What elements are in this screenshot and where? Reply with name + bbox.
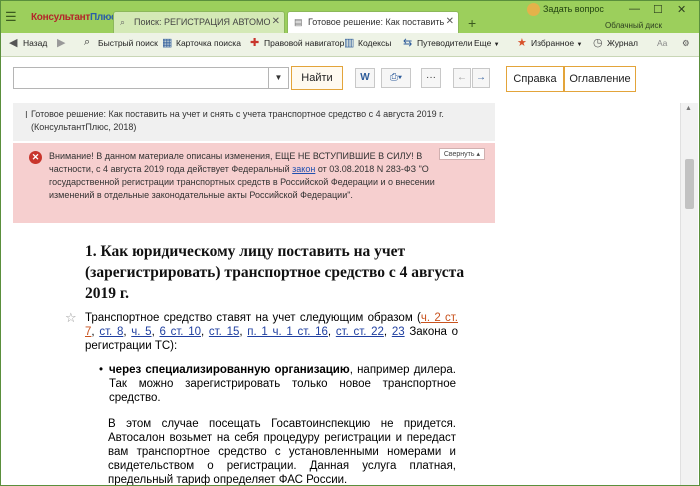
tab-document[interactable]: ▤ Готовое решение: Как поставить на учет… (287, 11, 459, 33)
main-toolbar: ◀ Назад ▶ ⌕ Быстрый поиск ▦ Карточка пои… (1, 33, 699, 57)
law-reference-link[interactable]: ст. 8 (99, 326, 123, 338)
book-icon: ▥ (344, 37, 355, 49)
print-icon[interactable]: ⎙▾ (381, 68, 411, 88)
tab-label: Поиск: РЕГИСТРАЦИЯ АВТОМОБИЛЯ 20 (134, 17, 270, 27)
journal-button[interactable]: ◷ Журнал (593, 37, 638, 49)
law-reference-link[interactable]: п. 1 ч. 1 ст. 16 (247, 326, 328, 338)
navigator-icon: ✚ (250, 37, 260, 49)
codes-button[interactable]: ▥ Кодексы (344, 37, 391, 49)
more-button[interactable]: Еще ▼ (474, 38, 500, 48)
close-window-icon[interactable]: ✕ (677, 3, 686, 16)
guide-icon: ⇆ (403, 37, 413, 49)
scroll-thumb[interactable] (685, 159, 694, 209)
settings-icon[interactable]: ⚙ (682, 38, 690, 49)
guides-button[interactable]: ⇆ Путеводители (403, 37, 473, 49)
list-item: • через специализированную организацию, … (99, 364, 456, 404)
new-tab-button[interactable]: + (468, 15, 476, 31)
error-icon: ✕ (29, 151, 42, 164)
law-link[interactable]: закон (292, 164, 315, 174)
paragraph-dealer: В этом случае посещать Госавтоинспекцию … (108, 418, 456, 486)
tab-bar: ☰ КонсультантПлюс ⌕ Поиск: РЕГИСТРАЦИЯ А… (1, 1, 699, 33)
star-icon[interactable]: ☆ (65, 311, 77, 326)
law-reference-link[interactable]: ст. 15 (209, 326, 239, 338)
document-title-bar: I Готовое решение: Как поставить на учет… (13, 103, 495, 141)
favorites-button[interactable]: ★ Избранное ▼ (517, 37, 583, 49)
warning-banner: ✕ Внимание! В данном материале описаны и… (13, 143, 495, 223)
find-button[interactable]: Найти (291, 66, 343, 90)
quick-search-button[interactable]: ⌕ Быстрый поиск (84, 36, 158, 48)
tab-search[interactable]: ⌕ Поиск: РЕГИСТРАЦИЯ АВТОМОБИЛЯ 20 ✕ (113, 11, 285, 33)
next-arrow-icon[interactable]: → (472, 68, 490, 88)
chevron-down-icon: ▼ (576, 42, 583, 48)
section-heading: 1. Как юридическому лицу поставить на уч… (85, 243, 465, 302)
minimize-icon[interactable]: — (629, 3, 640, 15)
avatar-icon (527, 3, 540, 16)
law-reference-link[interactable]: 6 ст. 10 (159, 326, 201, 338)
chevron-down-icon[interactable]: ▼ (269, 67, 289, 89)
ask-question-button[interactable]: Задать вопрос (527, 3, 604, 20)
prev-arrow-icon[interactable]: ← (453, 68, 471, 88)
tab-label: Готовое решение: Как поставить на учет (308, 17, 444, 27)
search-input[interactable] (13, 67, 269, 89)
close-icon[interactable]: ✕ (272, 16, 280, 27)
contents-button[interactable]: Оглавление (564, 66, 636, 92)
law-reference-link[interactable]: 23 (392, 326, 405, 338)
app-window: ☰ КонсультантПлюс ⌕ Поиск: РЕГИСТРАЦИЯ А… (0, 0, 700, 486)
text-cursor-icon: I (25, 110, 28, 121)
card-icon: ▦ (162, 37, 173, 49)
back-button[interactable]: ◀ Назад (9, 37, 47, 49)
word-export-icon[interactable]: W (355, 68, 375, 88)
search-icon: ⌕ (84, 36, 91, 48)
maximize-icon[interactable]: ☐ (653, 3, 663, 16)
help-button[interactable]: Справка (506, 66, 564, 92)
arrow-right-icon: ▶ (57, 37, 66, 49)
paragraph-procedure: Транспортное средство ставят на учет сле… (85, 312, 459, 352)
star-icon: ★ (517, 37, 527, 49)
law-reference-link[interactable]: ст. ст. 22 (336, 326, 384, 338)
font-size-icon[interactable]: Aa (657, 38, 667, 48)
clock-icon: ◷ (593, 37, 603, 49)
cloud-disk-link[interactable]: Облачный диск (605, 21, 662, 30)
legal-navigator-button[interactable]: ✚ Правовой навигатор (250, 37, 344, 49)
close-icon[interactable]: ✕ (446, 16, 454, 27)
law-reference-link[interactable]: ч. 5 (131, 326, 151, 338)
collapse-button[interactable]: Свернуть ▴ (438, 148, 485, 160)
bullet-icon: • (99, 364, 104, 376)
search-icon: ⌕ (120, 17, 126, 27)
more-options-icon[interactable]: ··· (421, 68, 441, 88)
document-icon: ▤ (294, 17, 303, 27)
arrow-left-icon: ◀ (9, 37, 18, 49)
document-scrollbar[interactable]: ▲ (680, 103, 698, 485)
search-card-button[interactable]: ▦ Карточка поиска (162, 37, 241, 49)
app-logo: КонсультантПлюс (31, 12, 117, 23)
scroll-up-icon[interactable]: ▲ (685, 105, 692, 112)
document-title: Готовое решение: Как поставить на учет и… (31, 109, 444, 132)
chevron-down-icon: ▼ (493, 42, 500, 48)
menu-icon[interactable]: ☰ (5, 10, 23, 24)
